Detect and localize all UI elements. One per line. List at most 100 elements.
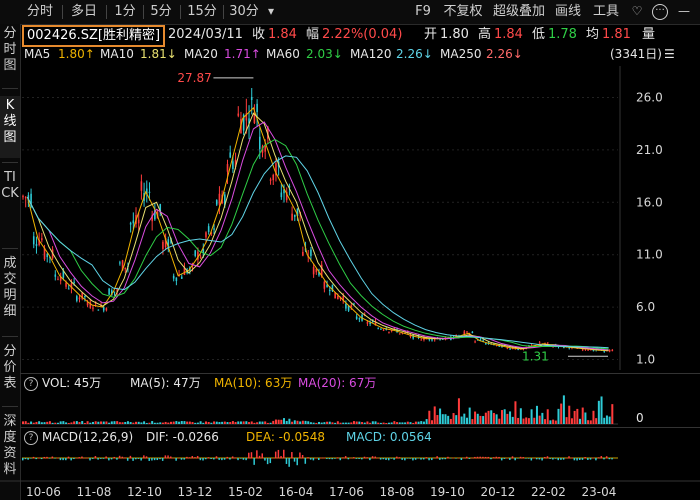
candle-body [119, 262, 121, 264]
volume-bar [301, 420, 304, 424]
macd-bar [379, 458, 382, 460]
macd-bar [274, 451, 277, 459]
macd-bar [24, 458, 27, 460]
macd-settings-icon[interactable]: ? [24, 429, 38, 445]
volume-bar [67, 422, 70, 424]
macd-bar [490, 458, 492, 460]
macd-bar [449, 458, 452, 459]
date-tick-label: 12-10 [127, 485, 162, 499]
volume-bar [188, 421, 191, 424]
candle-body [113, 291, 116, 293]
macd-bar [533, 457, 535, 459]
macd-bar [83, 457, 86, 459]
candle-body [471, 331, 474, 334]
candle-body [350, 305, 353, 308]
macd-bar [355, 458, 358, 459]
macd-bar [309, 458, 312, 460]
macd-bar [422, 458, 425, 460]
volume-bar [500, 410, 503, 424]
volume-bar [557, 408, 560, 424]
macd-bar [67, 456, 70, 459]
volume-bar [83, 422, 86, 424]
ma60-line [26, 138, 609, 350]
volume-bar [463, 413, 466, 424]
volume-bar [519, 408, 522, 424]
volume-bar [280, 419, 283, 424]
volume-bar [129, 422, 132, 424]
volume-bar [342, 422, 345, 424]
volume-bar [43, 422, 46, 424]
macd-bar [161, 458, 164, 461]
volume-bar [318, 421, 320, 424]
volume-bar [89, 422, 92, 424]
macd-bar [554, 458, 557, 459]
candle-body [538, 342, 541, 344]
volume-bar [309, 422, 312, 424]
macd-bar [546, 456, 549, 459]
vol-settings-icon[interactable]: ? [24, 375, 38, 391]
candle-body [22, 195, 24, 198]
macd-bar [412, 458, 414, 461]
volume-bar [436, 415, 439, 424]
volume-bar [498, 418, 501, 424]
macd-bar [401, 458, 403, 460]
candle-body [78, 297, 81, 300]
volume-bar [296, 420, 299, 424]
macd-bar [315, 457, 317, 459]
volume-bar [226, 422, 229, 424]
macd-bar [420, 458, 422, 460]
macd-bar [126, 458, 129, 461]
date-tick-label: 17-06 [329, 485, 364, 499]
macd-bar [110, 458, 113, 460]
macd-bar [517, 458, 519, 459]
volume-bar [377, 422, 380, 424]
macd-bar [589, 458, 592, 460]
volume-bar [204, 421, 207, 424]
macd-bar [492, 457, 495, 459]
candle-body [485, 343, 487, 345]
volume-bar [474, 411, 477, 424]
macd-bar [272, 457, 274, 459]
candle-body [148, 191, 151, 193]
macd-bar [113, 456, 115, 459]
macd-bar [38, 457, 40, 459]
volume-bar [231, 421, 234, 424]
macd-bar [81, 456, 83, 459]
date-tick-label: 23-04 [582, 485, 617, 499]
macd-bar [188, 457, 191, 459]
macd-bar [519, 456, 522, 459]
macd-bar [509, 458, 511, 460]
macd-bar [460, 458, 463, 461]
macd-bar [199, 458, 202, 461]
macd-bar [151, 458, 153, 461]
candle-body [420, 339, 423, 341]
volume-bar [535, 405, 538, 424]
macd-bar [156, 458, 159, 461]
volume-bar [422, 421, 425, 424]
macd-bar [194, 457, 196, 459]
volume-bar [544, 419, 547, 424]
volume-bar [97, 421, 100, 424]
volume-bar [121, 422, 124, 424]
kline-chart[interactable]: 26.0 21.0 16.0 11.0 6.0 1.0 10-06 11-08 12-10 13… [0, 0, 700, 500]
macd-bar [59, 458, 62, 461]
volume-bar [387, 422, 390, 424]
macd-bar [250, 452, 253, 459]
macd-bar [468, 458, 471, 459]
macd-bar [557, 458, 559, 461]
volume-bar [65, 422, 68, 424]
macd-bar [576, 458, 578, 461]
candle-body [194, 250, 197, 256]
candle-body [291, 213, 293, 221]
volume-bar [234, 422, 237, 424]
macd-bar [387, 458, 390, 461]
volume-bar [581, 407, 584, 424]
macd-bar [565, 457, 568, 459]
macd-bar [48, 458, 51, 459]
macd-bar [371, 456, 374, 459]
volume-bar [447, 415, 450, 424]
macd-bar [253, 458, 255, 465]
volume-bar [51, 422, 54, 424]
volume-bar [441, 414, 444, 424]
macd-bar [145, 456, 148, 459]
